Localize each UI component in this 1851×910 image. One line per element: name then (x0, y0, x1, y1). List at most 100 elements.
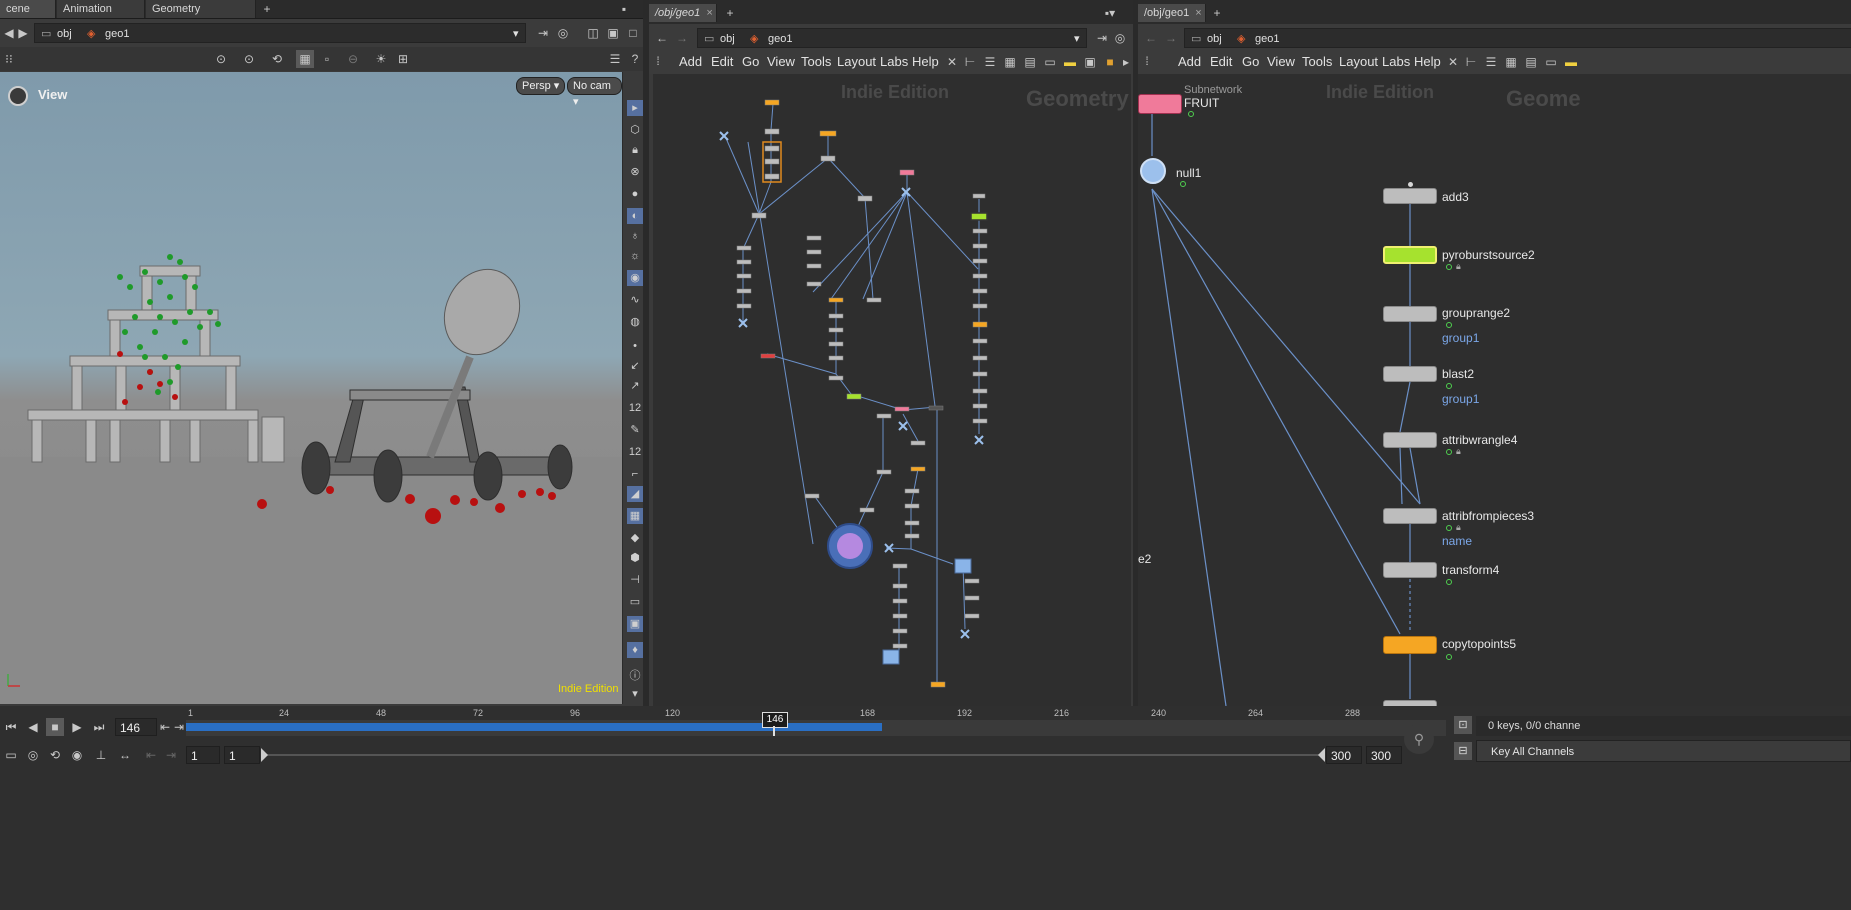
image-icon[interactable]: ▭ (1542, 53, 1560, 71)
back-arrow-icon[interactable]: ← (1142, 29, 1160, 47)
grid-icon[interactable]: ▦ (627, 508, 643, 524)
node-transform4[interactable] (1383, 562, 1437, 578)
path-root[interactable]: obj (57, 26, 72, 42)
pane-menu-icon[interactable]: ▪▾ (1101, 4, 1119, 22)
table-icon[interactable]: ▤ (1021, 53, 1039, 71)
node-attribfrompieces3[interactable] (1383, 508, 1437, 524)
right-network-view[interactable]: Indie Edition Geome Subnetwork FRUIT nul… (1138, 74, 1851, 706)
null-node-icon[interactable] (1140, 158, 1166, 184)
audio-icon[interactable]: ◎ (24, 746, 42, 764)
point-icon[interactable]: • (627, 338, 643, 354)
menu-help[interactable]: Help (912, 54, 939, 69)
path-node[interactable]: geo1 (768, 31, 792, 47)
tab-geometry-spreadsheet[interactable]: Geometry Spreadsheet× (146, 0, 256, 33)
stamp-icon[interactable]: ♦ (627, 642, 643, 658)
chevron-down-icon[interactable]: ▾ (627, 686, 643, 702)
play-reverse-icon[interactable]: ◀ (24, 718, 42, 736)
list-icon[interactable]: ☰ (981, 53, 999, 71)
menu-view[interactable]: View (767, 54, 795, 69)
table-icon[interactable]: ▤ (1522, 53, 1540, 71)
camera-orbit-icon[interactable]: ⟲ (268, 50, 286, 68)
link-icon[interactable]: ◎ (554, 24, 572, 42)
sync-icon[interactable]: ◉ (68, 746, 86, 764)
wrench-icon[interactable]: ✕ (1444, 53, 1462, 71)
edge-icon[interactable]: ⌐ (627, 466, 643, 482)
tab-scene-view[interactable]: cene View× (0, 0, 56, 33)
jump-start-icon[interactable]: ⏮ (2, 718, 20, 736)
node-add3[interactable] (1383, 188, 1437, 204)
pin-icon[interactable]: ⇥ (534, 24, 552, 42)
forward-arrow-icon[interactable]: ▶ (14, 24, 32, 42)
layout-icon[interactable]: ◫ (584, 24, 602, 42)
display-options-icon[interactable]: ☰ (606, 50, 624, 68)
node-pyroburstsource2[interactable] (1383, 246, 1437, 264)
jump-end-icon[interactable]: ⏭ (90, 718, 108, 736)
display-icon[interactable]: ▭ (627, 594, 643, 610)
lighting-icon[interactable]: ☀ (372, 50, 390, 68)
snapshot-icon[interactable]: ▣ (604, 24, 622, 42)
add-tab-icon[interactable]: + (258, 0, 276, 18)
add-tab-icon[interactable]: + (1208, 4, 1226, 22)
tab-obj-geo1[interactable]: /obj/geo1 × (1138, 4, 1206, 22)
ruler-icon[interactable]: ⊥ (92, 746, 110, 764)
close-icon[interactable]: × (1195, 7, 1201, 19)
pin-icon[interactable]: ⇥ (1093, 29, 1111, 47)
range-slider[interactable] (264, 754, 1324, 756)
path-field[interactable]: ▭ obj ◈ geo1 ▾ (34, 23, 526, 43)
play-icon[interactable]: ▶ (68, 718, 86, 736)
path-node[interactable]: geo1 (105, 26, 129, 42)
template-icon[interactable]: ◢ (627, 486, 643, 502)
playhead-marker[interactable]: 146 (762, 712, 788, 728)
wrench-icon[interactable]: ✕ (943, 53, 961, 71)
info-icon[interactable]: ⓘ (627, 668, 643, 684)
loop-icon[interactable]: ⟲ (46, 746, 64, 764)
shading-icon[interactable]: ◍ (627, 314, 643, 330)
channels-icon[interactable]: ⊟ (1454, 742, 1472, 760)
tree-icon[interactable]: ⊢ (961, 53, 979, 71)
range-slider-start-handle[interactable] (261, 748, 268, 762)
path-root[interactable]: obj (1207, 31, 1222, 47)
maximize-icon[interactable]: □ (624, 24, 642, 42)
display-mode-icon[interactable]: ▦ (296, 50, 314, 68)
wire-icon[interactable]: ∿ (627, 292, 643, 308)
measure-icon[interactable]: ⊣ (627, 572, 643, 588)
menu-tools[interactable]: Tools (1302, 54, 1332, 69)
menu-layout[interactable]: Layout (1339, 54, 1378, 69)
camera-zoom-icon[interactable]: ⊙ (212, 50, 230, 68)
tree-icon[interactable]: ⊢ (1462, 53, 1480, 71)
scene-viewport[interactable]: View Persp ▾ No cam ▾ Indie Edition (0, 72, 622, 704)
lock-icon[interactable]: 🔒︎ (627, 142, 643, 158)
menu-layout[interactable]: Layout (837, 54, 876, 69)
camera-icon[interactable]: ◉ (627, 270, 643, 286)
light-icon[interactable]: ◐ (627, 208, 643, 224)
select-groups-icon[interactable]: ⬡ (627, 122, 643, 138)
select-icon[interactable]: ▸ (627, 100, 643, 116)
current-frame-field[interactable]: 146 (115, 718, 157, 736)
menu-tools[interactable]: Tools (801, 54, 831, 69)
vertex-icon[interactable]: ↗ (627, 378, 643, 394)
grid-view-icon[interactable]: ▦ (1502, 53, 1520, 71)
forward-arrow-icon[interactable]: → (1162, 29, 1180, 47)
key-options-icon[interactable]: ⊡ (1454, 716, 1472, 734)
background-icon[interactable]: ⊞ (394, 50, 412, 68)
chevron-down-icon[interactable]: ▾ (1074, 31, 1080, 47)
start-frame-field[interactable]: 1 (186, 746, 220, 764)
chevron-down-icon[interactable]: ▾ (513, 26, 519, 42)
frame-selection-icon[interactable]: ▫ (318, 50, 336, 68)
range-slider-end-handle[interactable] (1318, 748, 1325, 762)
menu-edit[interactable]: Edit (1210, 54, 1232, 69)
ghost-icon[interactable]: ⊗ (627, 164, 643, 180)
bulb-icon[interactable]: ♁ (627, 228, 643, 244)
brush-icon[interactable]: ✎ (627, 422, 643, 438)
point-number-icon[interactable]: 12 (627, 400, 643, 416)
grid-handle-icon[interactable]: ⁝⁝ (0, 50, 18, 68)
menu-edit[interactable]: Edit (711, 54, 733, 69)
back-arrow-icon[interactable]: ← (653, 29, 671, 47)
background-image-icon[interactable]: ▣ (1081, 53, 1099, 71)
middle-network-view[interactable]: Indie Edition Geometry (653, 74, 1131, 706)
link-icon[interactable]: ◎ (1111, 29, 1129, 47)
path-field[interactable]: ▭ obj ◈ geo1 ▾ (697, 28, 1087, 48)
screen-icon[interactable]: ▣ (627, 616, 643, 632)
menu-labs[interactable]: Labs (880, 54, 908, 69)
node-attribwrangle4[interactable] (1383, 432, 1437, 448)
